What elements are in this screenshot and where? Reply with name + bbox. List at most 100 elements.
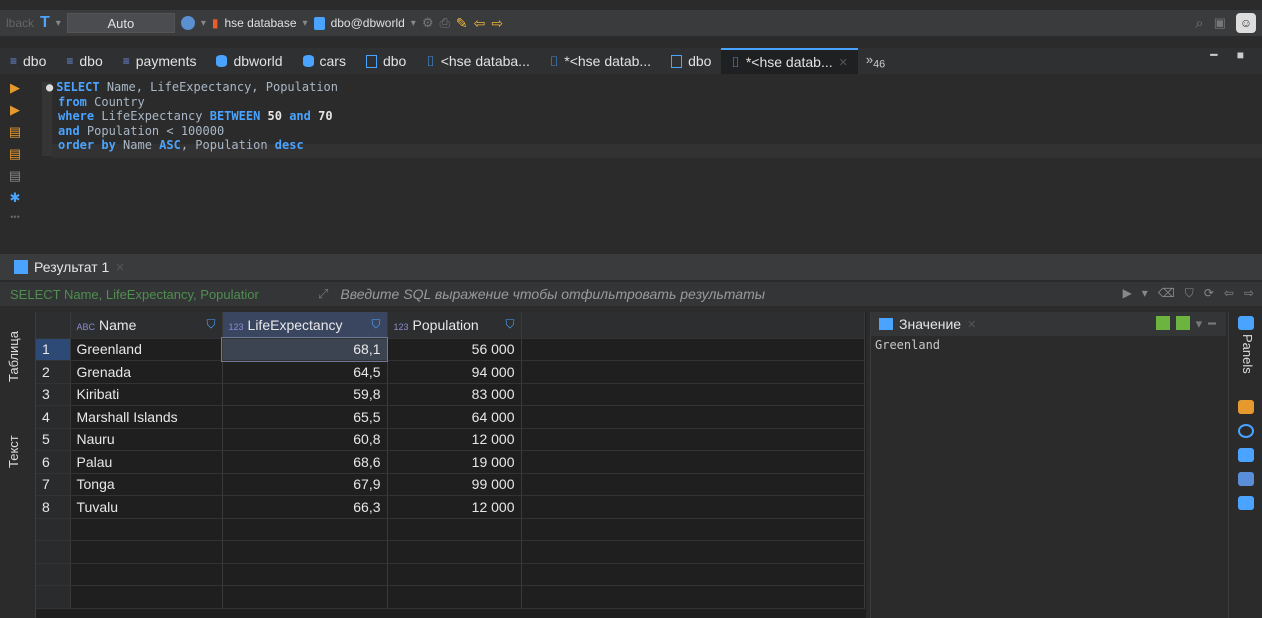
show-output-icon[interactable]: ✱ [10,190,21,208]
back-arrow-icon[interactable]: ⇦ [474,15,486,32]
apply-filter-icon[interactable]: ▶ [1123,286,1132,301]
tab-overflow-button[interactable]: »46 [858,52,893,71]
row-number[interactable]: 4 [36,405,71,429]
execute-script-new-tabs-icon[interactable]: ▤ [9,146,21,164]
transaction-mode-icon[interactable]: T [40,14,50,32]
cell-name[interactable]: Grenada [70,360,223,384]
value-viewer-icon[interactable] [1238,448,1254,462]
cell-lifeexpectancy[interactable]: 64,5 [222,360,388,384]
tab-cars[interactable]: cars [293,48,356,74]
settings-icon[interactable]: ⚙ [422,15,434,31]
column-header-lifeexpectancy[interactable]: 123 LifeExpectancy ⛉ [222,312,388,339]
table-row[interactable]: 5 Nauru 60,8 12 000 [36,428,865,451]
table-row[interactable]: 7 Tonga 67,9 99 000 [36,473,865,496]
tab-hse-script-active[interactable]: ⌷ *<hse datab... ✕ [721,48,858,74]
tab-dbo-1[interactable]: ≡ dbo [0,48,56,74]
filter-icon[interactable]: ⛉ [371,317,380,332]
sql-code[interactable]: ● SELECT Name, LifeExpectancy, Population… [46,80,338,153]
tab-hse-script-1[interactable]: ⌷ <hse databa... [416,48,540,74]
calculator-icon[interactable] [1238,400,1254,414]
table-row[interactable]: 6 Palau 68,6 19 000 [36,450,865,474]
sql-editor[interactable]: ▶ ▶ ▤ ▤ ▤ ✱ ••• ● SELECT Name, LifeExpect… [0,76,1262,244]
tab-dbo-2[interactable]: ≡ dbo [56,48,112,74]
execute-in-new-tab-icon[interactable]: ▶ [10,102,20,120]
tab-dbo-schema[interactable]: dbo [356,48,416,74]
tab-dbworld[interactable]: dbworld [206,48,292,74]
execute-script-icon[interactable]: ▤ [9,124,21,142]
row-number[interactable]: 5 [36,428,71,451]
menu-icon[interactable]: ▾ [1196,316,1203,332]
cell-name[interactable]: Tonga [70,473,223,496]
expand-icon[interactable]: ⤢ [318,286,328,302]
column-header-name[interactable]: ABC Name ⛉ [70,312,223,339]
window-controls[interactable]: ━ ■ [1210,48,1252,62]
panels-label[interactable]: Panels [1237,334,1255,374]
grouping-icon[interactable] [1238,424,1254,438]
filter-icon[interactable]: ⛉ [206,317,215,332]
value-panel-title[interactable]: Значение [899,316,961,332]
filter-icon[interactable]: ⛉ [505,317,514,332]
row-number[interactable]: 8 [36,495,71,519]
cell-lifeexpectancy[interactable]: 68,6 [222,450,388,474]
table-row[interactable]: 4 Marshall Islands 65,5 64 000 [36,405,865,429]
cell-lifeexpectancy[interactable]: 65,5 [222,405,388,429]
tab-dbo-schema-2[interactable]: dbo [661,48,721,74]
print-icon[interactable]: ⎙ [439,15,449,31]
save-icon[interactable] [1155,316,1170,330]
cell-name[interactable]: Tuvalu [70,495,223,519]
cell-lifeexpectancy[interactable]: 66,3 [222,495,388,519]
row-number-header[interactable] [36,312,71,339]
chevron-down-icon[interactable]: ▾ [56,18,61,29]
search-icon[interactable]: ⌕ [1195,15,1203,32]
forward-arrow-icon[interactable]: ⇨ [491,15,503,32]
tab-hse-script-2[interactable]: ⌷ *<hse datab... [540,48,661,74]
row-number[interactable]: 6 [36,450,71,474]
row-number[interactable]: 3 [36,383,71,406]
more-actions-icon[interactable]: ••• [10,212,19,222]
history-icon[interactable] [180,16,195,30]
cell-lifeexpectancy[interactable]: 60,8 [222,428,388,451]
avatar-icon[interactable]: ☺ [1236,13,1256,33]
clear-filter-icon[interactable]: ⌫ [1158,286,1175,301]
close-icon[interactable]: ✕ [839,56,848,69]
cell-population[interactable]: 12 000 [387,495,522,519]
cell-name[interactable]: Palau [70,450,223,474]
perspective-icon[interactable]: ▣ [1214,15,1226,31]
tab-payments[interactable]: ≡ payments [113,48,207,74]
cell-name[interactable]: Marshall Islands [70,405,223,429]
query-text-preview[interactable]: SELECT Name, LifeExpectancy, Populatior [0,287,318,302]
cell-population[interactable]: 94 000 [387,360,522,384]
cell-population[interactable]: 64 000 [387,405,522,429]
cell-name[interactable]: Nauru [70,428,223,451]
table-row[interactable]: 8 Tuvalu 66,3 12 000 [36,495,865,519]
results-tab[interactable]: Результат 1 [34,259,109,275]
cell-lifeexpectancy[interactable]: 67,9 [222,473,388,496]
cell-name[interactable]: Kiribati [70,383,223,406]
active-connection-selector[interactable]: hse database [224,16,296,30]
cell-population[interactable]: 56 000 [387,338,522,361]
references-icon[interactable] [1238,496,1254,510]
column-header-population[interactable]: 123 Population ⛉ [387,312,522,339]
minimize-icon[interactable]: ━ [1208,316,1216,332]
panels-icon[interactable] [1238,316,1254,330]
table-row[interactable]: 2 Grenada 64,5 94 000 [36,360,865,384]
table-row[interactable]: 3 Kiribati 59,8 83 000 [36,383,865,406]
cell-population[interactable]: 83 000 [387,383,522,406]
filter-icon[interactable]: ⛉ [1185,286,1194,301]
cell-population[interactable]: 99 000 [387,473,522,496]
row-number[interactable]: 2 [36,360,71,384]
cell-lifeexpectancy[interactable]: 68,1 [221,337,388,362]
cell-population[interactable]: 19 000 [387,450,522,474]
navigate-back-icon[interactable]: ⇦ [1224,286,1234,301]
execute-statement-icon[interactable]: ▶ [10,80,20,98]
close-icon[interactable]: ✕ [115,261,124,274]
commit-mode-select[interactable]: Auto [66,13,175,33]
cell-name[interactable]: Greenland [70,338,223,361]
chevron-down-icon[interactable]: ▾ [201,18,206,29]
active-schema-selector[interactable]: dbo@dbworld [331,16,405,30]
filter-input[interactable]: Введите SQL выражение чтобы отфильтроват… [328,286,968,302]
row-number[interactable]: 1 [36,338,71,361]
tab-text-view[interactable]: Текст [6,422,28,482]
row-number[interactable]: 7 [36,473,71,496]
value-content[interactable]: Greenland [871,336,1226,354]
